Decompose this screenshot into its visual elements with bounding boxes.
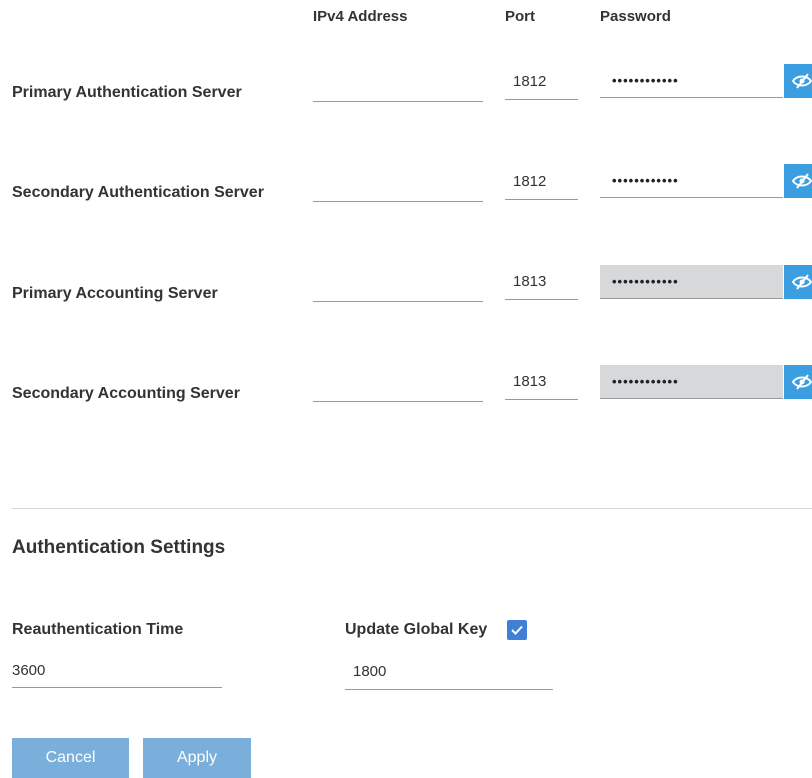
secondary-accounting-ipv4-input[interactable]	[313, 368, 483, 402]
primary-auth-server-label: Primary Authentication Server	[12, 84, 242, 101]
port-column-header: Port	[505, 8, 535, 25]
secondary-auth-toggle-visibility-button[interactable]	[784, 164, 812, 198]
cancel-button[interactable]: Cancel	[12, 738, 129, 778]
eye-slash-icon	[792, 374, 812, 390]
primary-accounting-port-input[interactable]	[505, 264, 578, 300]
update-global-key-checkbox[interactable]	[507, 620, 527, 640]
primary-accounting-toggle-visibility-button[interactable]	[784, 265, 812, 299]
password-column-header: Password	[600, 8, 671, 25]
check-icon	[511, 625, 523, 635]
authentication-settings-title: Authentication Settings	[12, 537, 226, 558]
section-divider	[12, 508, 812, 509]
ipv4-column-header: IPv4 Address	[313, 8, 408, 25]
secondary-auth-password-field[interactable]: ••••••••••••	[600, 164, 783, 198]
eye-slash-icon	[792, 173, 812, 189]
primary-accounting-password-field[interactable]: ••••••••••••	[600, 265, 783, 299]
reauthentication-time-input[interactable]	[12, 654, 222, 688]
primary-auth-toggle-visibility-button[interactable]	[784, 64, 812, 98]
primary-auth-port-input[interactable]	[505, 64, 578, 100]
secondary-accounting-toggle-visibility-button[interactable]	[784, 365, 812, 399]
update-global-key-input[interactable]	[345, 654, 553, 690]
primary-auth-ipv4-input[interactable]	[313, 68, 483, 102]
secondary-accounting-password-field[interactable]: ••••••••••••	[600, 365, 783, 399]
eye-slash-icon	[792, 73, 812, 89]
apply-button[interactable]: Apply	[143, 738, 251, 778]
eye-slash-icon	[792, 274, 812, 290]
update-global-key-label: Update Global Key	[345, 621, 488, 638]
primary-accounting-ipv4-input[interactable]	[313, 268, 483, 302]
primary-auth-password-field[interactable]: ••••••••••••	[600, 64, 783, 98]
secondary-auth-ipv4-input[interactable]	[313, 168, 483, 202]
secondary-accounting-server-label: Secondary Accounting Server	[12, 385, 240, 402]
secondary-auth-port-input[interactable]	[505, 164, 578, 200]
primary-accounting-server-label: Primary Accounting Server	[12, 285, 218, 302]
secondary-auth-server-label: Secondary Authentication Server	[12, 184, 264, 201]
secondary-accounting-port-input[interactable]	[505, 364, 578, 400]
reauthentication-time-label: Reauthentication Time	[12, 621, 184, 638]
